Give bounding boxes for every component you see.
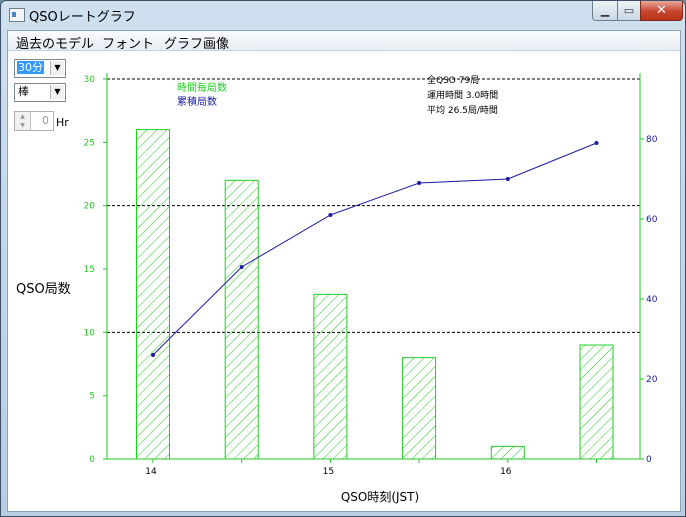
summary-line: 運用時間 3.0時間 <box>427 90 498 101</box>
cumulative-line <box>152 142 597 356</box>
cumulative-point <box>239 265 244 269</box>
chevron-up-icon[interactable]: ▲ <box>15 112 30 121</box>
y-tick-label: 5 <box>89 392 95 402</box>
title-bar[interactable]: QSOレートグラフ ▁ ▭ ✕ <box>1 1 685 29</box>
close-button[interactable]: ✕ <box>640 1 683 21</box>
y-tick-label: 20 <box>84 202 96 212</box>
maximize-button[interactable]: ▭ <box>617 1 641 21</box>
y2-tick-label: 0 <box>646 455 652 465</box>
cumulative-point <box>594 141 599 145</box>
cumulative-point <box>417 181 422 185</box>
chevron-down-icon[interactable]: ▼ <box>15 121 30 130</box>
qso-rate-chart: 0 5 10 15 20 25 30 0 20 40 60 80 14 15 16 時間毎局数累積局数 全QSO… <box>84 73 658 504</box>
summary-line: 全QSO 79局 <box>427 74 479 86</box>
y2-tick-label: 40 <box>646 295 658 305</box>
style-select[interactable]: 棒 ▼ <box>14 83 66 102</box>
cumulative-point <box>328 213 333 217</box>
hours-stepper-value: 0 <box>42 114 49 127</box>
y-tick-label: 0 <box>89 455 95 465</box>
y2-tick-label: 80 <box>646 135 658 145</box>
bar <box>490 445 525 460</box>
summary-line: 平均 26.5局/時間 <box>427 104 498 116</box>
bar <box>402 357 437 460</box>
y2-tick-label: 60 <box>646 215 658 225</box>
cumulative-point <box>151 353 155 357</box>
y-tick-label: 10 <box>84 328 96 338</box>
hours-stepper[interactable]: ▲ ▼ 0 <box>14 111 54 131</box>
x-tick-label: 14 <box>145 467 157 477</box>
interval-select[interactable]: 30分 ▼ <box>14 59 66 78</box>
bar <box>224 179 259 460</box>
x-tick-label: 16 <box>500 467 512 477</box>
y-tick-label: 15 <box>84 265 95 275</box>
y-tick-label: 25 <box>84 138 95 148</box>
y-tick-label: 30 <box>84 75 96 85</box>
hours-unit-label: Hr <box>56 116 69 129</box>
app-window: QSOレートグラフ ▁ ▭ ✕ 過去のモデル フォント グラフ画像 0 5 10 15… <box>0 0 686 517</box>
minimize-button[interactable]: ▁ <box>592 1 618 21</box>
chevron-down-icon[interactable]: ▼ <box>50 61 64 75</box>
legend-entry: 累積局数 <box>177 95 217 108</box>
legend-entry: 時間毎局数 <box>177 81 227 94</box>
style-select-value: 棒 <box>18 85 29 98</box>
hours-stepper-buttons[interactable]: ▲ ▼ <box>15 112 31 130</box>
window-title: QSOレートグラフ <box>29 10 136 25</box>
y2-tick-label: 20 <box>646 375 658 385</box>
bar <box>313 293 348 460</box>
cumulative-point <box>505 177 510 181</box>
bar <box>579 344 614 460</box>
app-icon <box>9 8 25 22</box>
bar <box>136 129 170 460</box>
client-area: 過去のモデル フォント グラフ画像 0 5 10 15 20 25 30 0 20 40 60 80 1… <box>7 30 681 512</box>
x-tick-label: 15 <box>323 467 334 477</box>
interval-select-value: 30分 <box>17 61 44 74</box>
x-axis-label: QSO時刻(JST) <box>341 490 419 504</box>
chevron-down-icon[interactable]: ▼ <box>50 85 64 99</box>
y-axis-label: QSO局数 <box>16 282 71 297</box>
